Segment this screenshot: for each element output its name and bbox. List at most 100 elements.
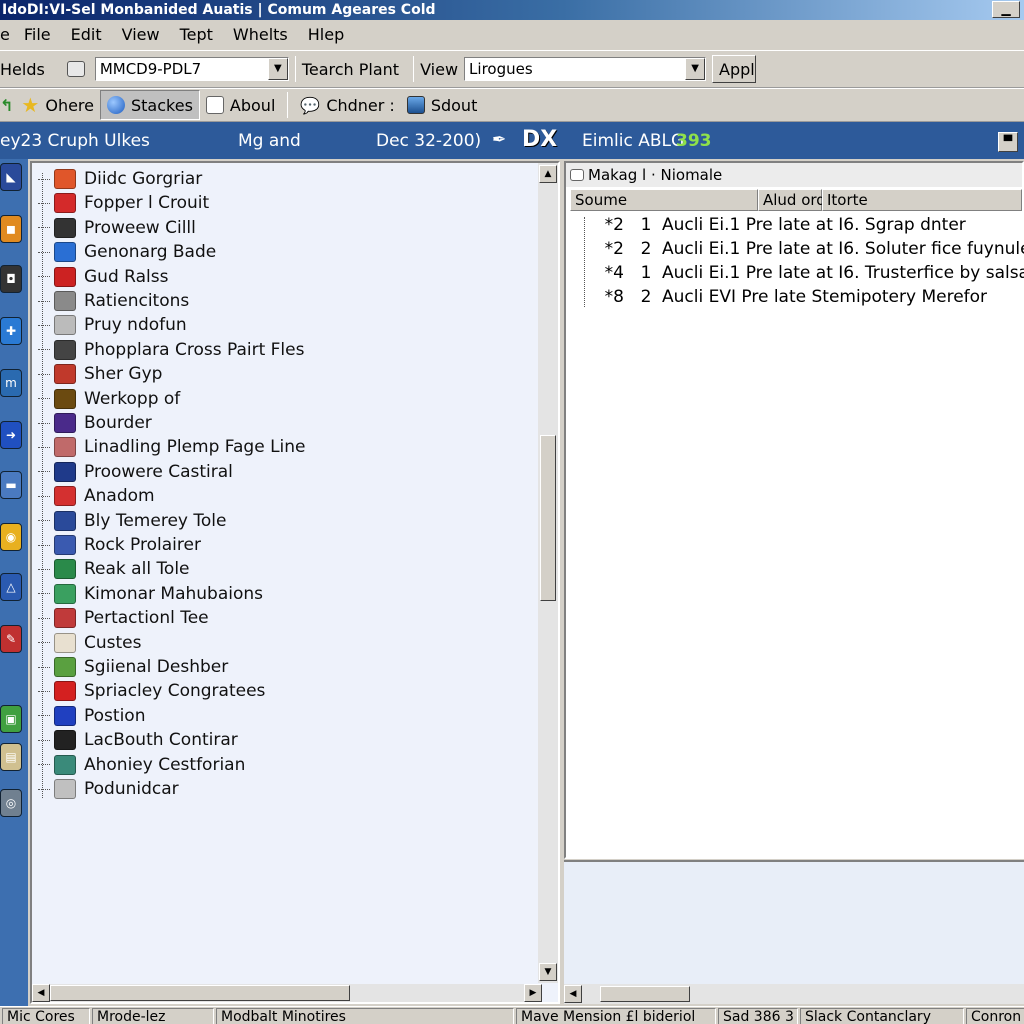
tree-item-label: Genonarg Bade [84, 242, 217, 263]
scroll-up-icon[interactable]: ▲ [539, 165, 557, 183]
tree-item[interactable]: Pruy ndofun [36, 313, 187, 337]
scroll-left-icon[interactable]: ◀ [32, 984, 50, 1002]
tree-item[interactable]: Kimonar Mahubaions [36, 582, 263, 606]
scroll-down-icon[interactable]: ▼ [539, 963, 557, 981]
header-left-text: ey23 Cruph Ulkes [0, 131, 150, 151]
session-header: ey23 Cruph Ulkes Mg and Dec 32-200) ✒ DX… [0, 122, 1024, 159]
column-header-alud-ord[interactable]: Alud ord [758, 189, 826, 211]
tree-item[interactable]: Proowere Castiral [36, 460, 233, 484]
tree-item-label: Werkopp of [84, 388, 181, 409]
launcher-icon[interactable]: ✎ [0, 625, 22, 653]
tree-item[interactable]: Spriacley Congratees [36, 679, 265, 703]
tree-horizontal-scrollbar[interactable]: ◀ ▶ [32, 984, 542, 1002]
tree-item-label: Podunidcar [84, 779, 179, 799]
tree-item[interactable]: Bly Temerey Tole [36, 509, 226, 533]
tree-item-icon [54, 705, 76, 726]
printer-icon[interactable] [66, 61, 85, 77]
tree-item[interactable]: Phopplara Cross Pairt Fles [36, 338, 304, 362]
arrow-icon[interactable]: ↰ [0, 96, 13, 115]
table-cell-c2: 1 [640, 215, 652, 235]
tree-connector [38, 422, 50, 424]
chevron-down-icon[interactable]: ▼ [685, 58, 706, 80]
tree-item[interactable]: Werkopp of [36, 387, 180, 411]
apply-button[interactable]: Appl [712, 55, 757, 83]
scroll-thumb[interactable] [600, 986, 690, 1002]
tree-item[interactable]: LacBouth Contirar [36, 728, 238, 752]
tree-item[interactable]: Linadling Plemp Fage Line [36, 435, 306, 459]
tree-vertical-scrollbar[interactable]: ▲ ▼ [538, 163, 558, 983]
menu-file[interactable]: File [24, 25, 51, 44]
chdner-button[interactable]: 💬 Chdner : [294, 90, 400, 120]
details-panel: Makag l · Niomale Soume Alud ord Itorte … [564, 161, 1024, 859]
tree-item[interactable]: Podunidcar [36, 777, 179, 801]
launcher-icon[interactable]: ◣ [0, 163, 22, 191]
tree-item[interactable]: Rock Prolairer [36, 533, 201, 557]
column-header-soume[interactable]: Soume [570, 189, 758, 211]
launcher-icon[interactable]: ➜ [0, 421, 22, 449]
tree-item-icon [54, 315, 76, 336]
status-cell: Sad 386 3 [718, 1008, 798, 1024]
launcher-icon[interactable]: ◼ [0, 215, 22, 243]
tree-item[interactable]: Reak all Tole [36, 557, 190, 581]
scroll-left-icon[interactable]: ◀ [564, 985, 582, 1003]
menu-view[interactable]: View [122, 25, 160, 44]
launcher-icon[interactable]: m [0, 369, 22, 397]
launcher-icon[interactable]: ◘ [0, 265, 22, 293]
sdout-button[interactable]: Sdout [401, 90, 484, 120]
minimize-button[interactable]: ▁ [992, 1, 1020, 18]
menu-whelts[interactable]: Whelts [233, 25, 288, 44]
tree-item[interactable]: Bourder [36, 411, 152, 435]
tree-item[interactable]: Gud Ralss [36, 265, 168, 289]
menu-edit[interactable]: Edit [71, 25, 102, 44]
tree-item[interactable]: Diidc Gorgriar [36, 167, 202, 191]
tree-item[interactable]: Sgiienal Deshber [36, 655, 228, 679]
tree-connector [38, 764, 50, 766]
table-row[interactable]: *2 2 Aucli Ei.1 Pre late at I6. Soluter fi… [570, 237, 1024, 261]
tree-item[interactable]: Sher Gyp [36, 362, 162, 386]
tree-item-icon [54, 364, 76, 385]
launcher-icon[interactable]: ▤ [0, 743, 22, 771]
preview-horizontal-scrollbar[interactable]: ◀ [564, 984, 1024, 1004]
about-button[interactable]: Aboul [200, 90, 281, 120]
tree-item[interactable]: Proweew Cilll [36, 216, 196, 240]
stackes-button[interactable]: Stackes [100, 90, 200, 120]
launcher-icon[interactable]: ✚ [0, 317, 22, 345]
tree-item-icon [54, 535, 76, 555]
tree-item[interactable]: Postion [36, 704, 145, 728]
table-cell-text: Aucli Ei.1 Pre late at I6. Trusterfice b… [662, 263, 1024, 283]
tree-item[interactable]: Fopper l Crouit [36, 191, 209, 215]
tree-item[interactable]: Pertactionl Tee [36, 606, 209, 630]
launcher-icon[interactable]: △ [0, 573, 22, 601]
ohere-button[interactable]: ★ Ohere [15, 90, 100, 120]
menu-tept[interactable]: Tept [180, 25, 213, 44]
menu-help[interactable]: Hlep [308, 25, 344, 44]
header-menu-button[interactable]: ▀ [998, 132, 1018, 152]
star-icon: ★ [21, 93, 40, 117]
table-row[interactable]: *4 1 Aucli Ei.1 Pre late at I6. Trusterfic… [570, 261, 1024, 285]
scroll-thumb[interactable] [50, 985, 350, 1001]
launcher-icon[interactable]: ▣ [0, 705, 22, 733]
tree-item[interactable]: Genonarg Bade [36, 240, 216, 264]
tree-item[interactable]: Anadom [36, 484, 155, 508]
tree-item[interactable]: Ahoniey Cestforian [36, 753, 245, 777]
launcher-icon[interactable]: ◎ [0, 789, 22, 817]
tree-connector [38, 788, 50, 790]
stackes-label: Stackes [131, 95, 193, 115]
table-cell-text: Aucli Ei.1 Pre late at I6. Soluter fice … [662, 239, 1024, 259]
tree-item-label: Sgiienal Deshber [84, 657, 229, 677]
scroll-thumb[interactable] [540, 435, 556, 601]
view-combo[interactable]: Lirogues ▼ [464, 57, 707, 81]
scroll-right-icon[interactable]: ▶ [524, 984, 542, 1002]
column-header-itorte[interactable]: Itorte [822, 189, 1022, 211]
tree-item[interactable]: Custes [36, 631, 141, 655]
chevron-down-icon[interactable]: ▼ [267, 58, 288, 80]
status-cell: Mrode-lez [92, 1008, 214, 1024]
pin-icon[interactable]: ✒ [492, 130, 506, 150]
launcher-icon[interactable]: ◉ [0, 523, 22, 551]
launcher-icon[interactable]: ▬ [0, 471, 22, 499]
table-row[interactable]: *8 2 Aucli EVI Pre late Stemipotery Merefo… [570, 285, 987, 309]
table-row[interactable]: *2 1 Aucli Ei.1 Pre late at I6. Sgrap dnte… [570, 213, 966, 237]
address-toolbar: Helds MMCD9-PDL7 ▼ Tearch Plant View Lir… [0, 50, 1024, 88]
model-combo[interactable]: MMCD9-PDL7 ▼ [94, 57, 289, 81]
tree-item[interactable]: Ratiencitons [36, 289, 189, 313]
